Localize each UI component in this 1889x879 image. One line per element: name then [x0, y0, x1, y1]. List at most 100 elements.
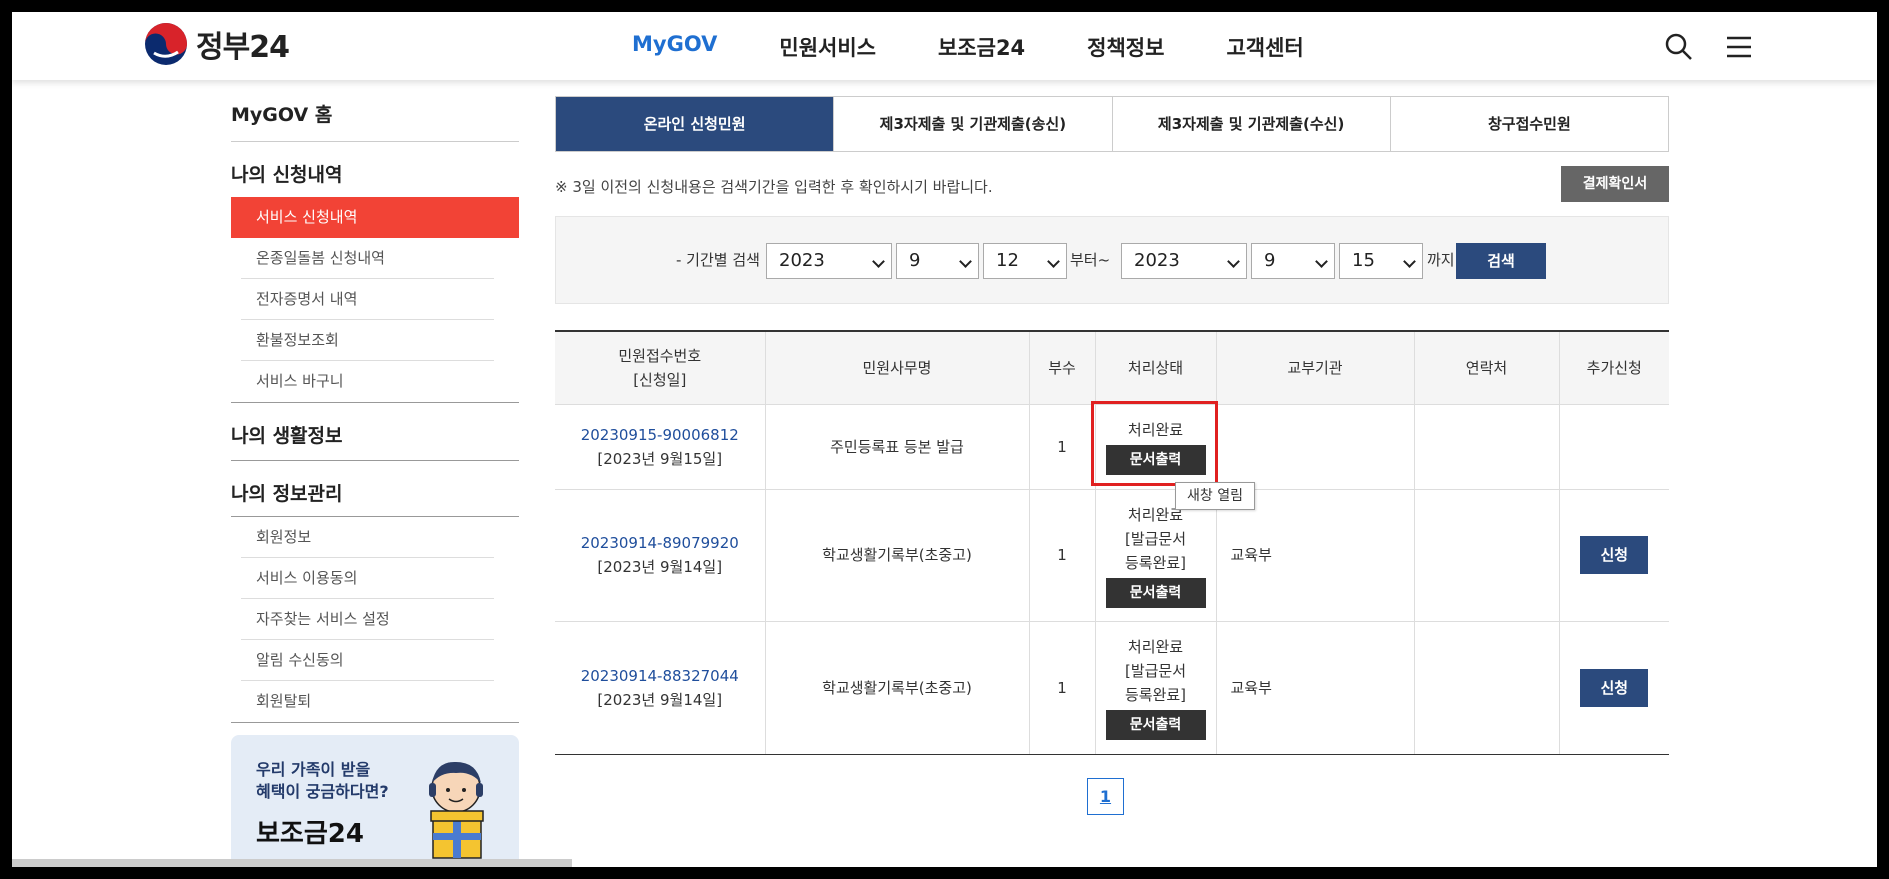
chevron-down-icon [872, 255, 885, 268]
chevron-down-icon [1315, 255, 1328, 268]
application-number-link[interactable]: 20230914-88327044 [581, 667, 739, 685]
search-button[interactable]: 검색 [1456, 243, 1546, 279]
sidebar-section-info-management[interactable]: 나의 정보관리 [231, 461, 519, 516]
browser-page: 정부24 MyGOV 민원서비스 보조금24 정책정보 고객센터 MyGOV 홈… [12, 12, 1877, 867]
col-header-number: 민원접수번호 [신청일] [555, 331, 765, 405]
nav-customer-center[interactable]: 고객센터 [1226, 32, 1303, 62]
sidebar-item-service-consent[interactable]: 서비스 이용동의 [231, 558, 519, 599]
service-name: 학교생활기록부(초중고) [764, 621, 1029, 755]
new-window-tooltip: 새창 열림 [1175, 482, 1255, 510]
nav-mygov[interactable]: MyGOV [632, 32, 717, 62]
menu-icon[interactable] [1724, 32, 1754, 62]
table-row: 20230914-89079920 [2023년 9월14일] 학교생활기록부(초… [555, 489, 1669, 622]
issuing-org: 교육부 [1215, 621, 1414, 755]
chevron-down-icon [959, 255, 972, 268]
tab-third-party-received[interactable]: 제3자제출 및 기관제출(수신) [1111, 97, 1390, 151]
col-header-copies: 부수 [1028, 331, 1095, 405]
to-suffix: 까지 [1427, 251, 1455, 269]
period-search-box: - 기간별 검색 2023 9 12 부터~ 2023 9 15 까지 검색 [555, 216, 1669, 304]
copies: 1 [1028, 489, 1095, 622]
sidebar-item-service-applications[interactable]: 서비스 신청내역 [231, 197, 519, 238]
application-number-link[interactable]: 20230914-89079920 [581, 534, 739, 552]
nav-civil-service[interactable]: 민원서비스 [779, 32, 876, 62]
tab-online-applications[interactable]: 온라인 신청민원 [556, 97, 834, 151]
logo-text: 정부24 [196, 30, 290, 65]
print-document-button[interactable]: 문서출력 [1105, 445, 1206, 475]
nav-policy-info[interactable]: 정책정보 [1087, 32, 1164, 62]
copies: 1 [1028, 621, 1095, 755]
search-label: - 기간별 검색 [676, 251, 760, 269]
site-logo[interactable]: 정부24 [144, 22, 290, 66]
sidebar-item-notification-consent[interactable]: 알림 수신동의 [231, 640, 519, 681]
sidebar-group-applications: 나의 신청내역 서비스 신청내역 온종일돌봄 신청내역 전자증명서 내역 환불정… [231, 142, 519, 403]
sidebar-home[interactable]: MyGOV 홈 [231, 90, 519, 142]
sidebar: MyGOV 홈 나의 신청내역 서비스 신청내역 온종일돌봄 신청내역 전자증명… [231, 90, 519, 867]
application-number-link[interactable]: 20230915-90006812 [581, 426, 739, 444]
sidebar-group-info-management: 나의 정보관리 회원정보 서비스 이용동의 자주찾는 서비스 설정 알림 수신동… [231, 461, 519, 723]
contact [1413, 621, 1559, 755]
service-name: 학교생활기록부(초중고) [764, 489, 1029, 622]
apply-button[interactable]: 신청 [1580, 536, 1649, 574]
notice-text: ※ 3일 이전의 신청내용은 검색기간을 입력한 후 확인하시기 바랍니다. [555, 178, 993, 196]
table-row: 20230915-90006812 [2023년 9월15일] 주민등록표 등본 … [555, 404, 1669, 490]
subsidy24-banner[interactable]: 우리 가족이 받을 혜택이 궁금하다면? 보조금24 [231, 735, 519, 867]
additional-apply-cell: 신청 [1558, 489, 1669, 622]
to-year-select[interactable]: 2023 [1121, 243, 1247, 279]
apply-button[interactable]: 신청 [1580, 668, 1649, 707]
from-year-select[interactable]: 2023 [766, 243, 892, 279]
print-document-button[interactable]: 문서출력 [1105, 710, 1206, 740]
col-header-name: 민원사무명 [764, 331, 1029, 405]
status-cell: 처리완료 문서출력 [1094, 404, 1216, 490]
main-nav: MyGOV 민원서비스 보조금24 정책정보 고객센터 [632, 32, 1366, 62]
sidebar-item-refund-info[interactable]: 환불정보조회 [231, 320, 519, 361]
chevron-down-icon [1403, 255, 1416, 268]
service-name: 주민등록표 등본 발급 [764, 404, 1029, 490]
pagination-page-1[interactable]: 1 [1087, 778, 1124, 815]
banner-text: 우리 가족이 받을 혜택이 궁금하다면? [256, 760, 389, 801]
payment-receipt-button[interactable]: 결제확인서 [1561, 166, 1669, 202]
application-date: [2023년 9월14일] [597, 690, 723, 709]
table-row: 20230914-88327044 [2023년 9월14일] 학교생활기록부(초… [555, 621, 1669, 755]
print-document-button[interactable]: 문서출력 [1105, 577, 1206, 608]
application-date: [2023년 9월14일] [597, 558, 723, 576]
contact [1413, 489, 1559, 622]
from-month-select[interactable]: 9 [896, 243, 979, 279]
sidebar-item-service-basket[interactable]: 서비스 바구니 [231, 361, 519, 402]
sidebar-item-e-certificates[interactable]: 전자증명서 내역 [231, 279, 519, 320]
from-day-select[interactable]: 12 [983, 243, 1067, 279]
to-day-select[interactable]: 15 [1339, 243, 1423, 279]
chevron-down-icon [1047, 255, 1060, 268]
sidebar-section-applications[interactable]: 나의 신청내역 [231, 142, 519, 197]
mascot-with-gift-icon [429, 761, 484, 859]
taegeuk-logo-icon [145, 23, 187, 65]
sidebar-item-favorite-services[interactable]: 자주찾는 서비스 설정 [231, 599, 519, 640]
notice-row: ※ 3일 이전의 신청내용은 검색기간을 입력한 후 확인하시기 바랍니다. 결… [555, 152, 1669, 216]
chevron-down-icon [1227, 255, 1240, 268]
sidebar-item-member-info[interactable]: 회원정보 [231, 517, 519, 558]
search-icon[interactable] [1664, 32, 1694, 62]
to-month-select[interactable]: 9 [1251, 243, 1335, 279]
additional-apply-cell: 신청 [1558, 621, 1669, 755]
nav-subsidy24[interactable]: 보조금24 [938, 32, 1025, 62]
copies: 1 [1028, 404, 1095, 490]
horizontal-scrollbar[interactable] [12, 859, 572, 867]
col-header-contact: 연락처 [1413, 331, 1559, 405]
tab-counter-applications[interactable]: 창구접수민원 [1389, 97, 1668, 151]
applications-table: 민원접수번호 [신청일] 민원사무명 부수 처리상태 교부기관 연락처 추가신청 … [555, 330, 1669, 755]
application-tabs: 온라인 신청민원 제3자제출 및 기관제출(송신) 제3자제출 및 기관제출(수… [555, 96, 1669, 152]
site-header: 정부24 MyGOV 민원서비스 보조금24 정책정보 고객센터 [12, 12, 1877, 80]
main-content: 온라인 신청민원 제3자제출 및 기관제출(송신) 제3자제출 및 기관제출(수… [555, 96, 1669, 304]
issuing-org [1215, 404, 1414, 490]
sidebar-section-life-info[interactable]: 나의 생활정보 [231, 403, 519, 461]
col-header-additional: 추가신청 [1558, 331, 1669, 405]
from-suffix: 부터~ [1070, 251, 1111, 269]
contact [1413, 404, 1559, 490]
status-cell: 처리완료 [발급문서 등록완료] 문서출력 [1094, 621, 1216, 755]
tab-third-party-sent[interactable]: 제3자제출 및 기관제출(송신) [833, 97, 1111, 151]
sidebar-item-withdraw[interactable]: 회원탈퇴 [231, 681, 519, 722]
col-header-org: 교부기관 [1215, 331, 1414, 405]
additional-apply-cell [1558, 404, 1669, 490]
col-header-status: 처리상태 [1094, 331, 1216, 405]
sidebar-item-allday-care[interactable]: 온종일돌봄 신청내역 [231, 238, 519, 279]
application-date: [2023년 9월15일] [597, 449, 723, 468]
